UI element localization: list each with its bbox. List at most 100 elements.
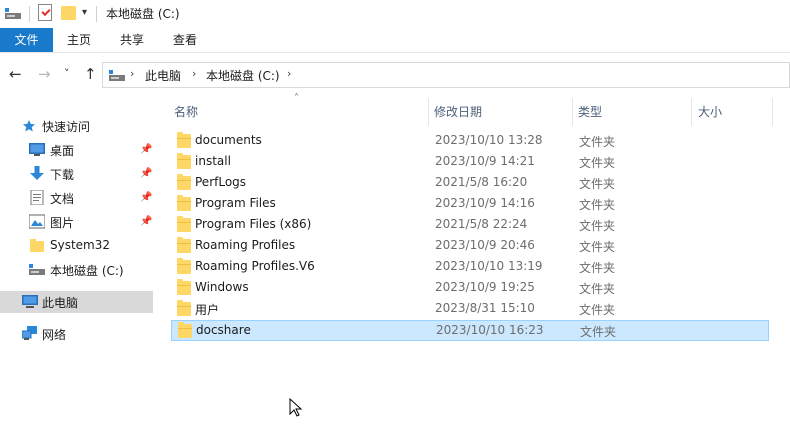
pin-icon[interactable]: 📌 — [140, 192, 152, 203]
breadcrumb-c-drive[interactable]: 本地磁盘 (C:) — [206, 67, 280, 84]
tab-share[interactable]: 共享 — [120, 28, 144, 52]
file-name: docshare — [196, 323, 251, 337]
nav-item-network[interactable]: 网络 — [0, 323, 153, 345]
file-name: 用户 — [195, 303, 220, 317]
file-date: 2023/10/9 14:16 — [435, 196, 535, 210]
file-type: 文件夹 — [579, 177, 616, 191]
folder-icon — [177, 300, 191, 316]
folder-icon — [177, 132, 191, 148]
table-row[interactable]: Windows 2023/10/9 19:25 文件夹 — [171, 278, 769, 299]
file-type: 文件夹 — [579, 219, 616, 233]
column-divider[interactable] — [691, 98, 692, 126]
file-type: 文件夹 — [579, 282, 616, 296]
table-row-selected[interactable]: docshare 2023/10/10 16:23 文件夹 — [171, 320, 769, 341]
navigation-bar: ← → ˅ ↑ › 此电脑 › 本地磁盘 (C:) › — [0, 60, 790, 90]
file-name: PerfLogs — [195, 175, 247, 189]
nav-item-label: System32 — [50, 238, 111, 252]
nav-item-c-drive[interactable]: 本地磁盘 (C:) — [0, 259, 153, 281]
forward-button[interactable]: → — [38, 66, 51, 82]
pin-icon[interactable]: 📌 — [140, 216, 152, 227]
folder-icon — [177, 237, 191, 253]
pin-icon[interactable]: 📌 — [140, 144, 152, 155]
documents-icon — [30, 190, 44, 205]
folder-icon — [177, 258, 191, 274]
nav-item-label: 网络 — [42, 328, 67, 342]
column-divider[interactable] — [572, 98, 573, 126]
table-row[interactable]: Roaming Profiles 2023/10/9 20:46 文件夹 — [171, 236, 769, 257]
file-date: 2023/10/9 20:46 — [435, 238, 535, 252]
sort-ascending-icon: ˄ — [294, 93, 299, 104]
pictures-icon — [29, 214, 45, 229]
navigation-pane: 快速访问 桌面 📌 下载 📌 文档 📌 图片 📌 System32 本地磁盘 (… — [0, 98, 160, 435]
file-type: 文件夹 — [580, 325, 617, 339]
recent-locations-button[interactable]: ˅ — [64, 66, 70, 82]
breadcrumb-separator[interactable]: › — [130, 67, 134, 80]
table-row[interactable]: Program Files 2023/10/9 14:16 文件夹 — [171, 194, 769, 215]
address-bar[interactable]: › 此电脑 › 本地磁盘 (C:) › — [102, 62, 790, 88]
file-name: documents — [195, 133, 262, 147]
network-icon — [22, 326, 37, 340]
breadcrumb-separator[interactable]: › — [192, 67, 196, 80]
new-folder-icon[interactable] — [61, 6, 76, 20]
column-divider[interactable] — [428, 98, 429, 126]
file-type: 文件夹 — [579, 198, 616, 212]
back-button[interactable]: ← — [9, 66, 22, 82]
file-date: 2023/10/10 16:23 — [436, 323, 544, 337]
breadcrumb-this-pc[interactable]: 此电脑 — [145, 67, 181, 84]
toolbar-separator — [29, 6, 30, 22]
nav-item-label: 此电脑 — [42, 296, 79, 310]
column-size[interactable]: 大小 — [698, 103, 722, 120]
nav-item-desktop[interactable]: 桌面 📌 — [0, 139, 153, 161]
file-name: Roaming Profiles — [195, 238, 296, 252]
tab-view[interactable]: 查看 — [173, 28, 197, 52]
nav-item-label: 图片 — [50, 216, 75, 230]
mouse-cursor-icon — [289, 398, 303, 417]
ribbon: 文件 主页 共享 查看 — [0, 28, 790, 53]
toolbar-separator — [96, 6, 97, 22]
drive-icon — [109, 70, 125, 81]
folder-icon — [30, 239, 44, 252]
up-button[interactable]: ↑ — [84, 66, 97, 82]
drive-icon[interactable] — [5, 8, 21, 20]
nav-item-label: 文档 — [50, 192, 75, 206]
file-date: 2023/8/31 15:10 — [435, 301, 535, 315]
nav-item-system32[interactable]: System32 — [0, 235, 153, 257]
customize-dropdown-icon[interactable]: ▾ — [82, 7, 87, 18]
column-name[interactable]: 名称 — [174, 103, 198, 120]
folder-icon — [177, 153, 191, 169]
tab-home[interactable]: 主页 — [67, 28, 91, 52]
nav-item-downloads[interactable]: 下载 📌 — [0, 163, 153, 185]
nav-item-documents[interactable]: 文档 📌 — [0, 187, 153, 209]
title-bar: ▾ 本地磁盘 (C:) — [0, 0, 790, 28]
window-title: 本地磁盘 (C:) — [106, 7, 180, 21]
file-date: 2023/10/9 19:25 — [435, 280, 535, 294]
file-type: 文件夹 — [579, 261, 616, 275]
table-row[interactable]: Program Files (x86) 2021/5/8 22:24 文件夹 — [171, 215, 769, 236]
breadcrumb-separator[interactable]: › — [287, 67, 291, 80]
file-name: install — [195, 154, 231, 168]
nav-item-this-pc[interactable]: 此电脑 — [0, 291, 153, 313]
file-date: 2021/5/8 16:20 — [435, 175, 528, 189]
folder-icon — [177, 279, 191, 295]
table-row[interactable]: documents 2023/10/10 13:28 文件夹 — [171, 131, 769, 152]
folder-icon — [177, 216, 191, 232]
properties-icon[interactable] — [38, 4, 52, 21]
table-row[interactable]: install 2023/10/9 14:21 文件夹 — [171, 152, 769, 173]
folder-icon — [178, 322, 192, 338]
pin-icon[interactable]: 📌 — [140, 168, 152, 179]
table-row[interactable]: PerfLogs 2021/5/8 16:20 文件夹 — [171, 173, 769, 194]
file-type: 文件夹 — [579, 135, 616, 149]
column-type[interactable]: 类型 — [578, 103, 602, 120]
file-date: 2023/10/10 13:19 — [435, 259, 543, 273]
desktop-icon — [29, 143, 45, 156]
file-type: 文件夹 — [579, 303, 616, 317]
nav-quick-access[interactable]: 快速访问 — [0, 115, 153, 137]
table-row[interactable]: Roaming Profiles.V6 2023/10/10 13:19 文件夹 — [171, 257, 769, 278]
file-name: Program Files (x86) — [195, 217, 312, 231]
star-icon — [23, 120, 35, 132]
column-divider[interactable] — [772, 98, 773, 126]
table-row[interactable]: 用户 2023/8/31 15:10 文件夹 — [171, 299, 769, 320]
column-date[interactable]: 修改日期 — [434, 103, 482, 120]
tab-file[interactable]: 文件 — [0, 28, 53, 52]
nav-item-pictures[interactable]: 图片 📌 — [0, 211, 153, 233]
